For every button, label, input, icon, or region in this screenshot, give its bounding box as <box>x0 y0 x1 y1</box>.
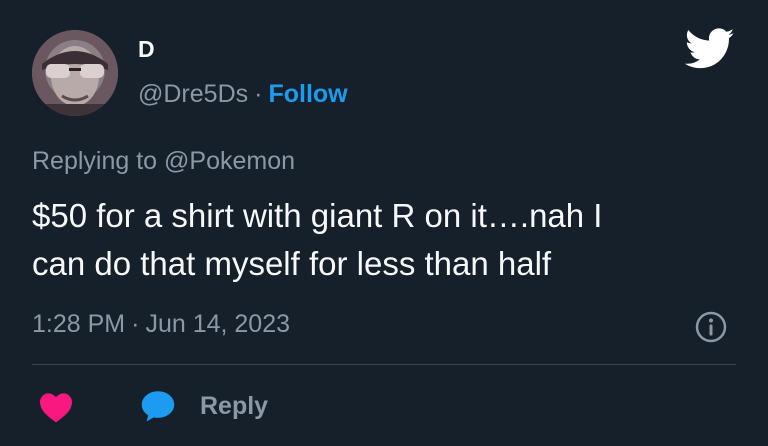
info-icon[interactable] <box>694 310 728 344</box>
twitter-bird-icon[interactable] <box>685 28 735 70</box>
handle-row: @Dre5Ds · Follow <box>138 80 348 109</box>
separator-dot: · <box>254 80 263 108</box>
tweet-time: 1:28 PM <box>32 310 126 338</box>
heart-icon[interactable] <box>38 391 74 423</box>
separator-dot: · <box>131 310 140 338</box>
replying-mention[interactable]: @Pokemon <box>164 147 295 175</box>
replying-to: Replying to @Pokemon <box>32 147 295 176</box>
display-name[interactable]: D <box>138 36 155 63</box>
follow-button[interactable]: Follow <box>268 80 347 108</box>
tweet-text-line: can do that myself for less than half <box>32 245 552 282</box>
reply-button[interactable]: Reply <box>140 388 268 424</box>
user-handle[interactable]: @Dre5Ds <box>138 80 248 108</box>
replying-prefix: Replying to <box>32 147 158 175</box>
avatar-photo <box>32 30 118 116</box>
speech-bubble-icon <box>141 391 175 422</box>
divider <box>32 364 736 365</box>
timestamp[interactable]: 1:28 PM · Jun 14, 2023 <box>32 310 290 339</box>
tweet-date: Jun 14, 2023 <box>145 310 291 338</box>
avatar[interactable] <box>32 30 118 116</box>
tweet-text: $50 for a shirt with giant R on it….nah … <box>32 192 732 288</box>
reply-label: Reply <box>200 391 269 420</box>
tweet-text-line: $50 for a shirt with giant R on it….nah … <box>32 197 603 234</box>
